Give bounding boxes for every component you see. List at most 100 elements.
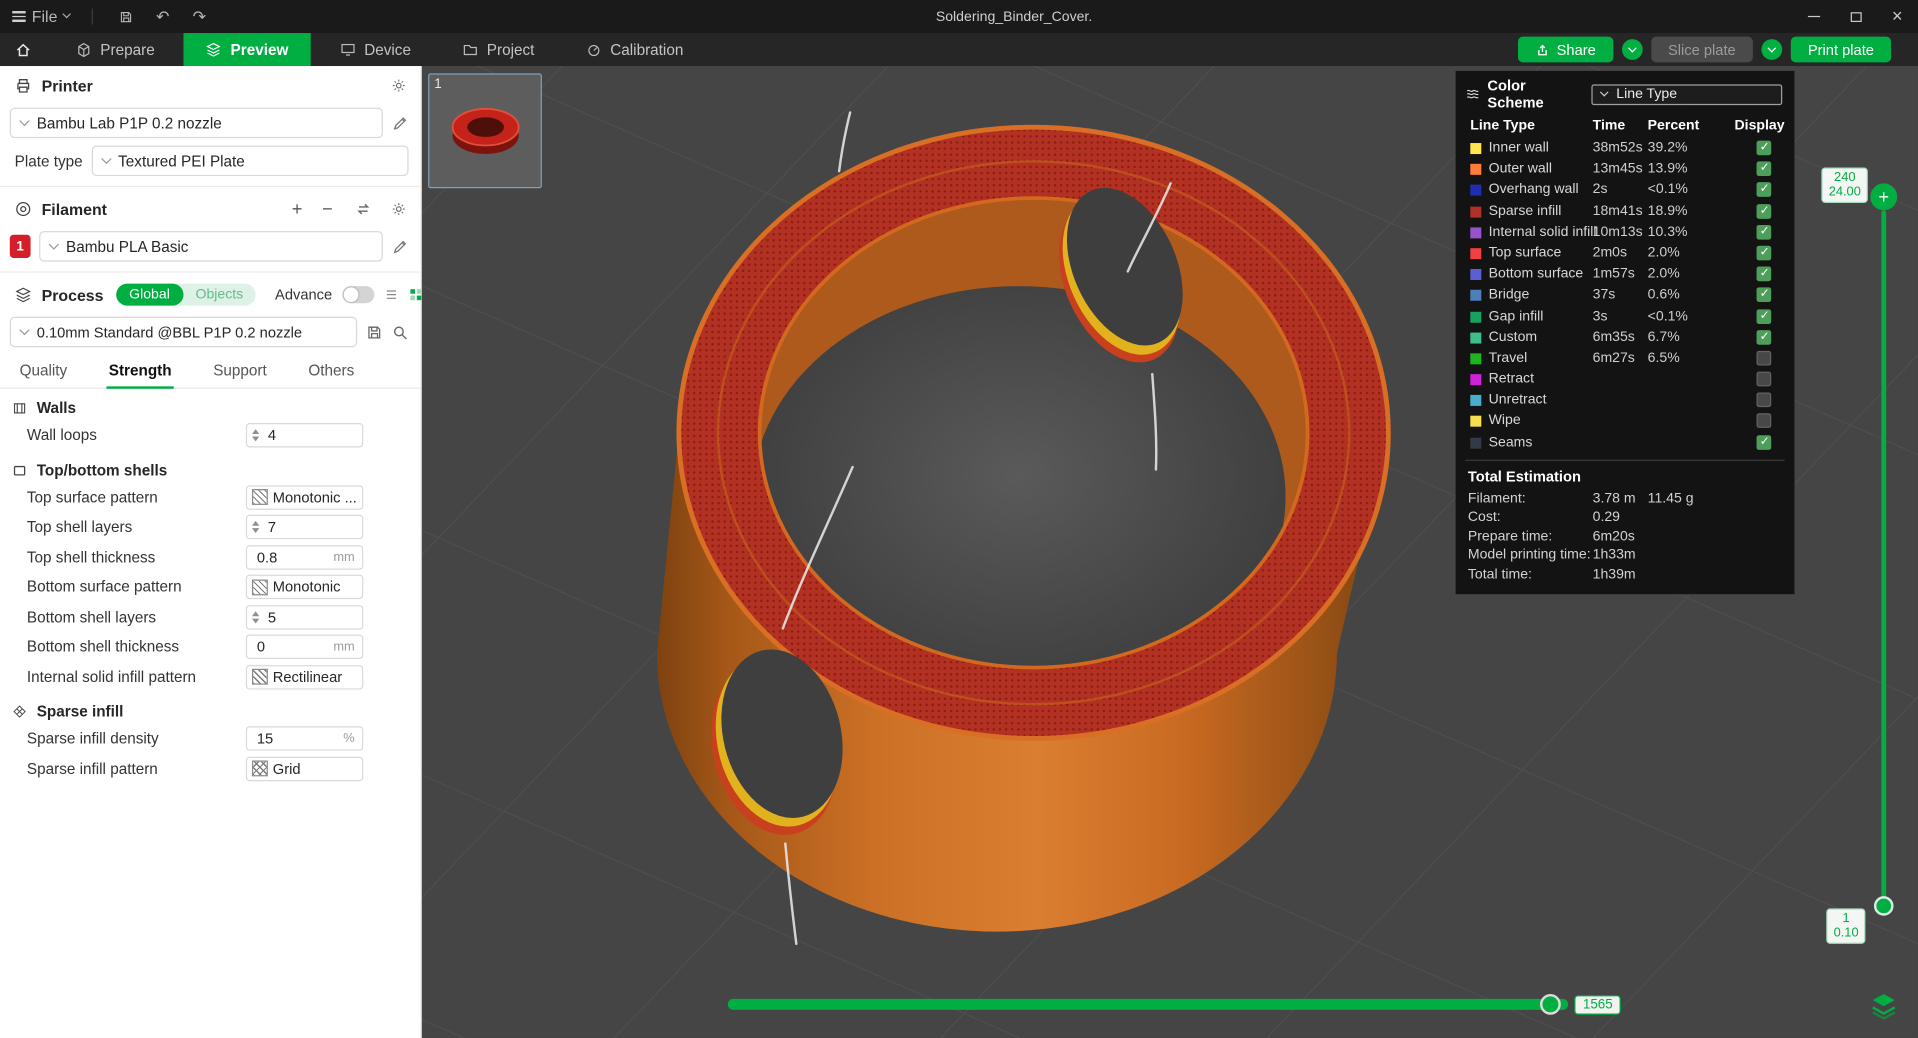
- tab-others[interactable]: Others: [306, 354, 357, 388]
- tab-preview[interactable]: Preview: [184, 33, 311, 67]
- save-button[interactable]: [112, 6, 139, 28]
- display-checkbox[interactable]: [1756, 371, 1772, 387]
- tab-label: Preview: [230, 40, 289, 59]
- tab-quality[interactable]: Quality: [17, 354, 69, 388]
- filament-select[interactable]: Bambu PLA Basic: [39, 231, 383, 262]
- slice-plate-button[interactable]: Slice plate: [1650, 36, 1753, 63]
- top-shell-thickness-input[interactable]: 0.8 mm: [245, 544, 364, 570]
- search-icon[interactable]: [391, 323, 408, 340]
- home-icon: [16, 43, 30, 56]
- file-menu-button[interactable]: File: [10, 6, 72, 28]
- line-type-swatch: [1470, 437, 1482, 449]
- display-checkbox[interactable]: [1756, 287, 1772, 303]
- share-dropdown-button[interactable]: [1621, 39, 1643, 60]
- line-type-name: Inner wall: [1488, 140, 1549, 156]
- home-button[interactable]: [0, 33, 46, 66]
- close-button[interactable]: ×: [1876, 0, 1918, 33]
- process-preset-select[interactable]: 0.10mm Standard @BBL P1P 0.2 nozzle: [9, 316, 358, 348]
- edit-printer-icon[interactable]: [391, 114, 408, 131]
- layer-slider-top-handle[interactable]: +: [1870, 183, 1898, 211]
- display-checkbox[interactable]: [1756, 413, 1772, 429]
- display-checkbox[interactable]: [1756, 350, 1772, 366]
- wall-loops-input[interactable]: 4: [245, 423, 364, 448]
- display-checkbox[interactable]: [1756, 140, 1772, 156]
- display-checkbox[interactable]: [1756, 245, 1772, 261]
- move-slider-track[interactable]: [727, 998, 1569, 1010]
- display-checkbox[interactable]: [1756, 329, 1772, 345]
- bottom-surface-pattern-select[interactable]: Monotonic: [245, 574, 364, 600]
- calibration-icon: [588, 44, 600, 57]
- line-type-swatch: [1470, 185, 1482, 197]
- display-checkbox[interactable]: [1756, 161, 1772, 177]
- color-scheme-select[interactable]: Line Type: [1591, 83, 1783, 105]
- printer-select[interactable]: Bambu Lab P1P 0.2 nozzle: [9, 107, 383, 139]
- share-button[interactable]: Share: [1517, 36, 1613, 63]
- tab-support[interactable]: Support: [211, 354, 269, 388]
- display-checkbox[interactable]: [1756, 203, 1772, 219]
- remove-filament-button[interactable]: −: [322, 199, 333, 220]
- line-type-swatch: [1470, 143, 1482, 155]
- scope-objects[interactable]: Objects: [183, 285, 255, 305]
- spinner-arrows[interactable]: [251, 521, 260, 534]
- total-label: Total time:: [1467, 567, 1532, 582]
- display-checkbox[interactable]: [1756, 224, 1772, 240]
- total-label: Cost:: [1467, 510, 1501, 525]
- print-plate-label: Print plate: [1807, 40, 1874, 59]
- filament-sync-icon[interactable]: [355, 201, 372, 218]
- layer-slider-track[interactable]: [1881, 210, 1887, 903]
- param-list-icon[interactable]: [384, 287, 399, 302]
- plate-type-select[interactable]: Textured PEI Plate: [91, 145, 409, 177]
- tab-prepare[interactable]: Prepare: [54, 33, 177, 66]
- spinner-arrows[interactable]: [251, 610, 260, 624]
- top-shell-layers-input[interactable]: 7: [245, 515, 364, 540]
- display-checkbox[interactable]: [1756, 392, 1772, 408]
- maximize-button[interactable]: [1835, 0, 1877, 33]
- shells-section-title: Top/bottom shells: [36, 461, 168, 479]
- line-type-row: Travel 6m27s 6.5%: [1456, 348, 1795, 369]
- process-param-tabs: Quality Strength Support Others: [0, 355, 421, 389]
- tab-device[interactable]: Device: [318, 33, 433, 66]
- bottom-shell-layers-input[interactable]: 5: [245, 604, 364, 630]
- line-type-name: Gap infill: [1488, 308, 1544, 324]
- move-slider-handle[interactable]: [1540, 993, 1561, 1015]
- minimize-button[interactable]: [1793, 0, 1835, 33]
- add-filament-button[interactable]: +: [292, 199, 303, 220]
- sparse-infill-pattern-select[interactable]: Grid: [245, 756, 364, 781]
- scope-global[interactable]: Global: [115, 283, 184, 306]
- plate-thumbnail[interactable]: 1: [428, 73, 542, 189]
- layer-slider-bottom-handle[interactable]: [1873, 896, 1894, 916]
- slice-dropdown-button[interactable]: [1761, 39, 1783, 60]
- display-checkbox[interactable]: [1756, 434, 1772, 450]
- param-table-icon[interactable]: [408, 287, 423, 302]
- layer-bottom-height: 0.10: [1833, 924, 1859, 940]
- display-checkbox[interactable]: [1756, 182, 1772, 198]
- layer-view-button[interactable]: [1868, 990, 1900, 1022]
- display-checkbox[interactable]: [1756, 308, 1772, 324]
- gear-icon[interactable]: [391, 78, 406, 93]
- display-checkbox[interactable]: [1756, 266, 1772, 282]
- plate-type-label: Plate type: [14, 152, 83, 170]
- line-type-percent: 10.3%: [1647, 224, 1688, 240]
- line-type-percent: 2.0%: [1647, 266, 1680, 282]
- sparse-infill-density-input[interactable]: 15 %: [245, 726, 364, 751]
- undo-button[interactable]: ↶: [149, 6, 176, 28]
- process-scope-toggle[interactable]: Global Objects: [115, 283, 256, 306]
- tab-strength[interactable]: Strength: [106, 354, 175, 389]
- share-icon: [1537, 43, 1547, 55]
- chevron-down-icon: [100, 153, 112, 164]
- bottom-shell-thickness-input[interactable]: 0 mm: [245, 634, 364, 660]
- save-preset-icon[interactable]: [366, 323, 383, 340]
- line-type-swatch: [1470, 353, 1482, 365]
- advance-toggle[interactable]: [341, 286, 374, 304]
- walls-section-title: Walls: [36, 399, 77, 417]
- spinner-arrows[interactable]: [251, 429, 260, 442]
- tab-calibration[interactable]: Calibration: [564, 33, 706, 66]
- param-row: Bottom shell layers 5: [0, 602, 421, 632]
- print-plate-button[interactable]: Print plate: [1790, 36, 1892, 63]
- internal-solid-infill-pattern-select[interactable]: Rectilinear: [245, 664, 364, 690]
- gear-icon[interactable]: [391, 202, 406, 217]
- top-surface-pattern-select[interactable]: Monotonic ...: [245, 485, 364, 510]
- redo-button[interactable]: ↷: [186, 6, 213, 28]
- tab-project[interactable]: Project: [440, 33, 556, 66]
- edit-filament-icon[interactable]: [391, 238, 408, 255]
